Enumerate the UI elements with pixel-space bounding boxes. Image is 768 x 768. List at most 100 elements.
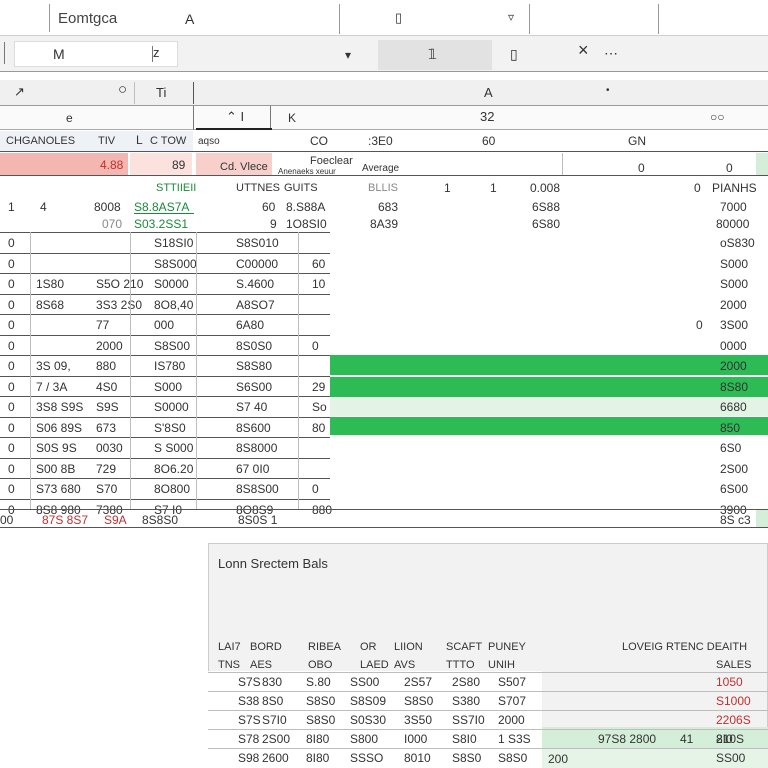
grid-cell-d[interactable]: S8S00 [154,339,190,353]
cell-r4-a[interactable]: 1 [8,200,15,214]
grid-cell-e[interactable]: S6S00 [236,380,272,394]
summary-cell[interactable]: 3S50 [404,713,432,727]
cell-r2-g[interactable]: 0 [638,161,645,175]
cell-r4-e[interactable]: 60 [262,200,275,214]
copy-icon[interactable]: ▯ [510,47,518,61]
cell-r5-c[interactable]: 070 [102,217,122,231]
grid-cell-d[interactable]: S S000 [154,441,193,455]
summary-cell[interactable]: SSSO [350,751,383,765]
grid-cell-b[interactable]: S00 8B [36,462,75,476]
grid-cell-b[interactable]: 3S 09, [36,359,71,373]
box-icon-button[interactable]: ▯ ▿ [340,4,530,34]
cell-header-h[interactable]: 60 [482,134,495,148]
summary-cell[interactable]: S8I0 [452,732,477,746]
grid-cell-e[interactable]: 6A80 [236,318,264,332]
cell-r2-c[interactable]: Cd. Vlece [220,160,268,174]
grid-cell-d[interactable]: IS780 [154,359,185,373]
cell-header-d[interactable]: C TOW [150,134,186,148]
grid-cell-f[interactable]: 29 [312,380,325,394]
cell-r4-d[interactable]: S8.8AS7A [134,200,189,214]
grid-cell-c[interactable]: S9S [96,400,119,414]
summary-cell[interactable]: S507 [498,675,526,689]
cell-r2-a[interactable]: 4.88 [100,158,123,172]
grid-cell-i[interactable]: S000 [720,257,748,271]
grid-cell-e[interactable]: S8S010 [236,236,279,250]
grid-cell-f[interactable]: 880 [312,503,332,517]
summary-cell[interactable]: 8S0 [262,694,283,708]
grid-cell-i[interactable]: 2000 [720,298,747,312]
cell-header-a[interactable]: CHGANOLES [6,134,75,148]
summary-cell[interactable]: S7S [238,713,261,727]
cell-r4-i[interactable]: 7000 [720,200,747,214]
grid-cell-i[interactable]: 6680 [720,400,747,414]
grid-cell-e[interactable]: C00000 [236,257,278,271]
grid-cell-b[interactable]: S73 680 [36,482,81,496]
grid-cell-a[interactable]: 0 [8,359,15,373]
grid-cell-d[interactable]: S0000 [154,400,189,414]
summary-cell[interactable]: 2600 [262,751,289,765]
grid-cell-e[interactable]: 8S0S0 [236,339,272,353]
total-a[interactable]: 00 [0,513,13,527]
column-header-e[interactable]: e [66,111,73,125]
summary-cell[interactable]: S98 [238,751,259,765]
grid-cell-i[interactable]: 6S00 [720,482,748,496]
grid-cell-e[interactable]: A8SO7 [236,298,275,312]
toolbar-slot[interactable] [658,4,659,34]
grid-cell-d[interactable]: S0000 [154,277,189,291]
summary-extra-3[interactable]: 210S [716,732,744,746]
cell-r3-d[interactable]: BLLIS [368,181,398,195]
summary-cell[interactable]: S7S [238,675,261,689]
cell-r2-e[interactable]: Anenaeks xeuur [278,165,336,179]
grid-cell-c[interactable]: 729 [96,462,116,476]
grid-cell-a[interactable]: 0 [8,257,15,271]
font-name-select[interactable]: Eomtgca A [50,4,340,34]
grid-cell-c[interactable]: 2000 [96,339,123,353]
grid-cell-c[interactable]: 4S0 [96,380,117,394]
cell-r3-e[interactable]: 1 [444,181,451,195]
grid-cell-c[interactable]: 77 [96,318,109,332]
summary-cell[interactable]: S1000 [716,694,751,708]
summary-cell[interactable]: S8S09 [350,694,386,708]
grid-cell-a[interactable]: 0 [8,318,15,332]
summary-cell[interactable]: 8I80 [306,732,329,746]
grid-cell-i[interactable]: 3S00 [720,318,748,332]
summary-cell[interactable]: 2S00 [262,732,290,746]
grid-cell-a[interactable]: 0 [8,462,15,476]
cell-r3-h[interactable]: 0 [694,181,701,195]
grid-cell-a[interactable]: 0 [8,441,15,455]
grid-cell-d[interactable]: 000 [154,318,174,332]
summary-cell[interactable]: S.80 [306,675,331,689]
summary-cell[interactable]: S8S0 [498,751,527,765]
column-header-caret[interactable]: ⌃ I [226,110,244,124]
summary-cell[interactable]: 1050 [716,675,743,689]
grid-cell-a[interactable]: 0 [8,380,15,394]
cell-r4-g[interactable]: 683 [378,200,398,214]
more-icon[interactable]: ⋯ [604,46,618,60]
summary-extra-2[interactable]: 41 [680,732,693,746]
grid-cell-b[interactable]: 1S80 [36,277,64,291]
summary-cell[interactable]: S707 [498,694,526,708]
summary-cell[interactable]: S0S30 [350,713,386,727]
summary-cell[interactable]: S78 [238,732,259,746]
summary-cell[interactable]: SS00 [350,675,379,689]
search-icon[interactable]: ○○ [710,110,725,124]
grid-cell-a[interactable]: 0 [8,421,15,435]
grid-cell-a[interactable]: 0 [8,400,15,414]
cell-header-e[interactable]: aqso [198,135,220,149]
cell-r3-i[interactable]: PIANHS [712,181,757,195]
grid-cell-f[interactable]: 60 [312,257,325,271]
summary-cell[interactable]: 8010 [404,751,431,765]
summary-cell[interactable]: 2000 [498,713,525,727]
grid-cell-d[interactable]: 8O6.20 [154,462,193,476]
cell-r3-a[interactable]: STTIIEII [156,181,196,195]
grid-cell-i[interactable]: 8S80 [720,380,748,394]
grid-cell-e[interactable]: S.4600 [236,277,274,291]
grid-cell-b[interactable]: 3S8 S9S [36,400,83,414]
cell-reference[interactable]: Ti [156,86,166,100]
cell-r3-g[interactable]: 0.008 [530,181,560,195]
column-header-num[interactable]: 32 [480,110,494,124]
summary-cell[interactable]: 2S80 [452,675,480,689]
grid-cell-i[interactable]: S000 [720,277,748,291]
summary-cell[interactable]: S8S0 [306,694,335,708]
grid-cell-e[interactable]: S7 40 [236,400,267,414]
